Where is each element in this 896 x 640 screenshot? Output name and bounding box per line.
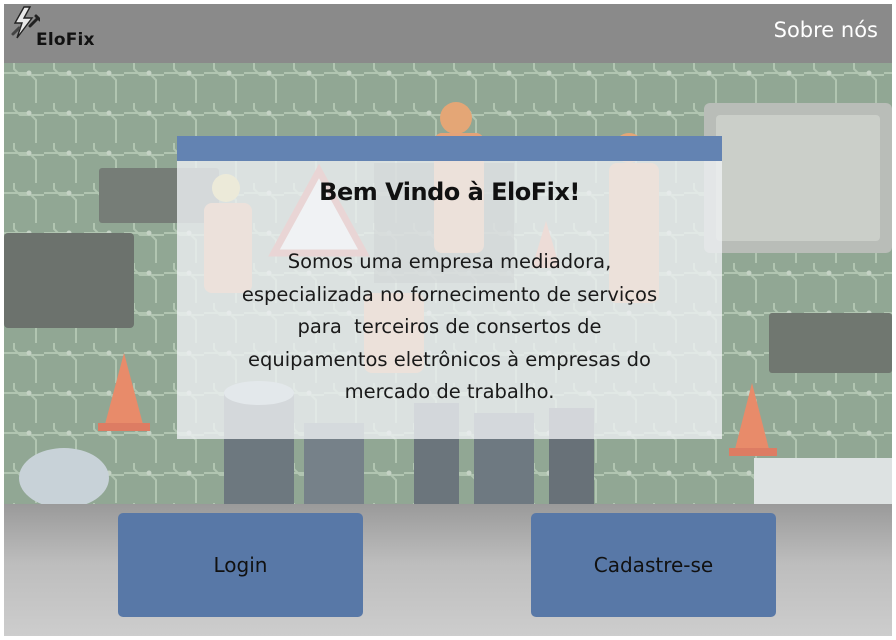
page-frame: EloFix Sobre nós Bem Vindo à EloFix! Som… <box>4 4 892 636</box>
welcome-title: Bem Vindo à EloFix! <box>319 178 580 206</box>
login-button[interactable]: Login <box>118 513 363 617</box>
description-line: para terceiros de consertos de <box>297 315 602 338</box>
welcome-card: Bem Vindo à EloFix! Somos uma empresa me… <box>177 136 722 439</box>
description-line: Somos uma empresa mediadora, <box>287 250 612 273</box>
signup-button[interactable]: Cadastre-se <box>531 513 776 617</box>
welcome-description: Somos uma empresa mediadora, especializa… <box>197 246 702 409</box>
action-bar: Login Cadastre-se <box>4 504 892 636</box>
logo-text: EloFix <box>36 30 95 50</box>
logo[interactable]: EloFix <box>8 6 104 58</box>
about-us-link[interactable]: Sobre nós <box>774 18 878 42</box>
description-line: especializada no fornecimento de serviço… <box>241 282 658 306</box>
hero-section: Bem Vindo à EloFix! Somos uma empresa me… <box>4 63 892 504</box>
top-bar: EloFix Sobre nós <box>4 4 892 63</box>
welcome-card-header-bar <box>177 136 722 161</box>
description-line: mercado de trabalho. <box>344 380 555 403</box>
description-line: equipamentos eletrônicos à empresas do <box>247 347 651 371</box>
